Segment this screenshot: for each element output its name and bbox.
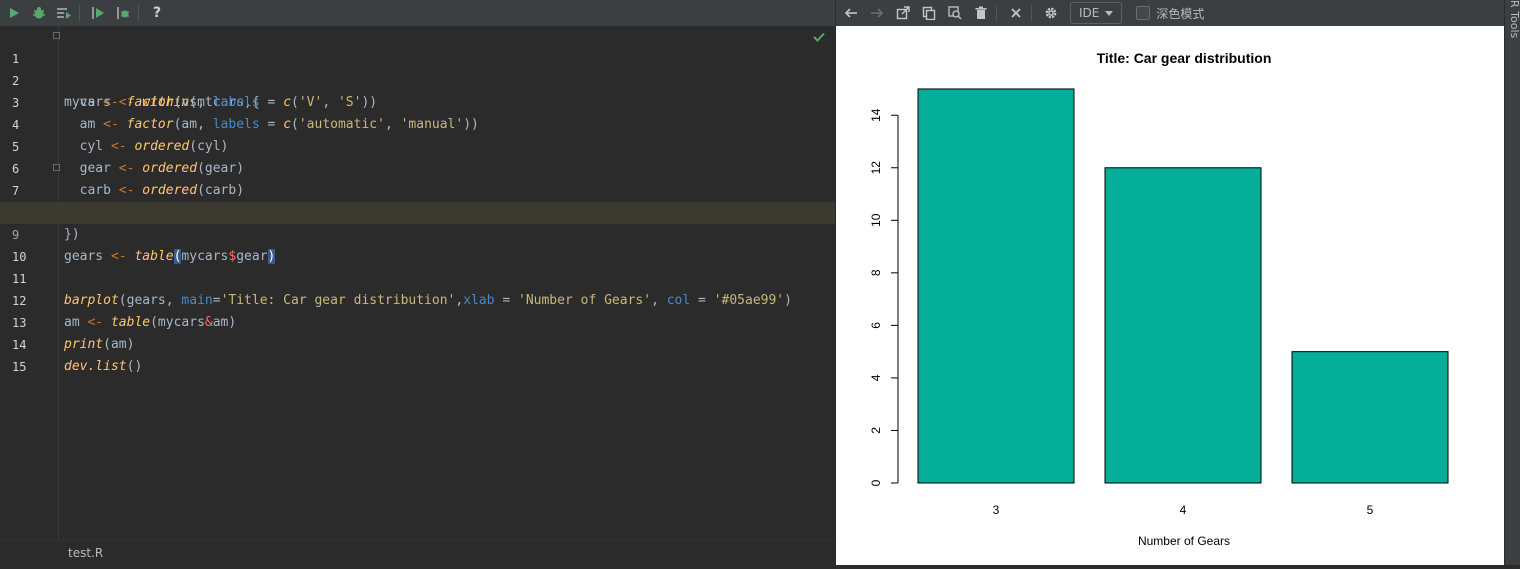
arrow-left-icon[interactable]: [840, 2, 862, 24]
fold-marker-icon[interactable]: [53, 32, 60, 39]
editor-toolbar: ?: [0, 0, 835, 27]
code-line[interactable]: 1 mycars <- within(mtcars,{: [0, 26, 835, 110]
code-line[interactable]: 13 print(am): [0, 290, 835, 352]
dark-mode-label: 深色模式: [1156, 6, 1205, 21]
code-line[interactable]: 6 carb <- ordered(carb): [0, 136, 835, 198]
line-number: 15: [12, 360, 27, 374]
toolbar-separator: [1031, 5, 1032, 21]
code-editor[interactable]: 1 mycars <- within(mtcars,{ 2 vs <- fact…: [0, 26, 835, 540]
x-tick-label: 4: [1180, 503, 1187, 517]
code-line[interactable]: 4 cyl <- ordered(cyl): [0, 92, 835, 154]
debug-icon[interactable]: [28, 2, 50, 24]
code-line[interactable]: 14 dev.list(): [0, 312, 835, 374]
toolbar-separator: [79, 5, 80, 21]
code-line[interactable]: 15: [0, 334, 835, 374]
plot-canvas: Title: Car gear distribution Number of G…: [836, 26, 1504, 565]
zoom-icon[interactable]: [944, 2, 966, 24]
fold-marker-icon[interactable]: [53, 164, 60, 171]
file-tab-bar: test.R: [0, 540, 835, 566]
toolbar-separator: [996, 5, 997, 21]
bar-chart: Title: Car gear distribution Number of G…: [869, 50, 1449, 548]
chevron-down-icon: [1105, 10, 1114, 16]
help-button[interactable]: ?: [146, 2, 168, 24]
chart-marks: 0 2 4 6 8 10 12 14 3 4 5: [869, 88, 1449, 517]
side-tab-r-tools[interactable]: R Tools: [1508, 0, 1520, 38]
dark-mode-checkbox[interactable]: [1136, 6, 1151, 20]
editor-pane: ? 1 mycars <- within(mtcars,{ 2 vs <- fa…: [0, 0, 835, 566]
bar: [1291, 351, 1449, 484]
chart-title: Title: Car gear distribution: [1097, 50, 1272, 66]
run-lines-icon[interactable]: [53, 2, 75, 24]
code-token: (): [126, 359, 143, 374]
code-line[interactable]: 8: [0, 180, 835, 220]
x-tick-label: 5: [1367, 503, 1374, 517]
trash-icon[interactable]: [970, 2, 992, 24]
step-icon[interactable]: [87, 2, 109, 24]
gear-icon[interactable]: [1040, 2, 1062, 24]
y-tick-label: 2: [869, 427, 883, 434]
y-tick-label: 8: [869, 269, 883, 276]
plot-toolbar: IDE 深色模式: [836, 0, 1504, 26]
code-token: dev.list: [64, 359, 127, 374]
code-line[interactable]: 10: [0, 224, 835, 264]
code-line[interactable]: 7 }): [0, 158, 835, 242]
toolbar-separator: [138, 5, 139, 21]
current-code-line[interactable]: 9 gears <- table(mycars$gear): [0, 202, 835, 264]
close-icon[interactable]: [1005, 2, 1027, 24]
bar: [1104, 167, 1262, 484]
code-line[interactable]: 12 am <- table(mycars&am): [0, 268, 835, 330]
plot-pane: IDE 深色模式 Title: Car gear distribution Nu…: [836, 0, 1504, 565]
run-icon[interactable]: [3, 2, 25, 24]
x-tick-label: 3: [993, 503, 1000, 517]
ide-select[interactable]: IDE: [1070, 2, 1123, 24]
y-tick-label: 12: [869, 161, 883, 175]
open-external-icon[interactable]: [892, 2, 914, 24]
code-line[interactable]: 2 vs <- factor(vs, labels = c('V', 'S')): [0, 48, 835, 110]
y-tick-label: 14: [869, 108, 883, 122]
side-tool-strip: R Tools: [1504, 0, 1520, 565]
y-tick-label: 0: [869, 479, 883, 486]
file-tab[interactable]: test.R: [68, 546, 103, 560]
y-tick-label: 4: [869, 374, 883, 381]
ide-select-value: IDE: [1079, 6, 1100, 20]
code-line[interactable]: 5 gear <- ordered(gear): [0, 114, 835, 176]
x-axis-label: Number of Gears: [1138, 534, 1230, 548]
y-tick-label: 6: [869, 322, 883, 329]
bar: [917, 88, 1075, 484]
debug-lines-icon[interactable]: [112, 2, 134, 24]
arrow-right-icon[interactable]: [866, 2, 888, 24]
code-line[interactable]: 11 barplot(gears, main='Title: Car gear …: [0, 246, 835, 308]
copy-icon[interactable]: [918, 2, 940, 24]
code-line[interactable]: 3 am <- factor(am, labels = c('automatic…: [0, 70, 835, 132]
y-tick-label: 10: [869, 213, 883, 227]
